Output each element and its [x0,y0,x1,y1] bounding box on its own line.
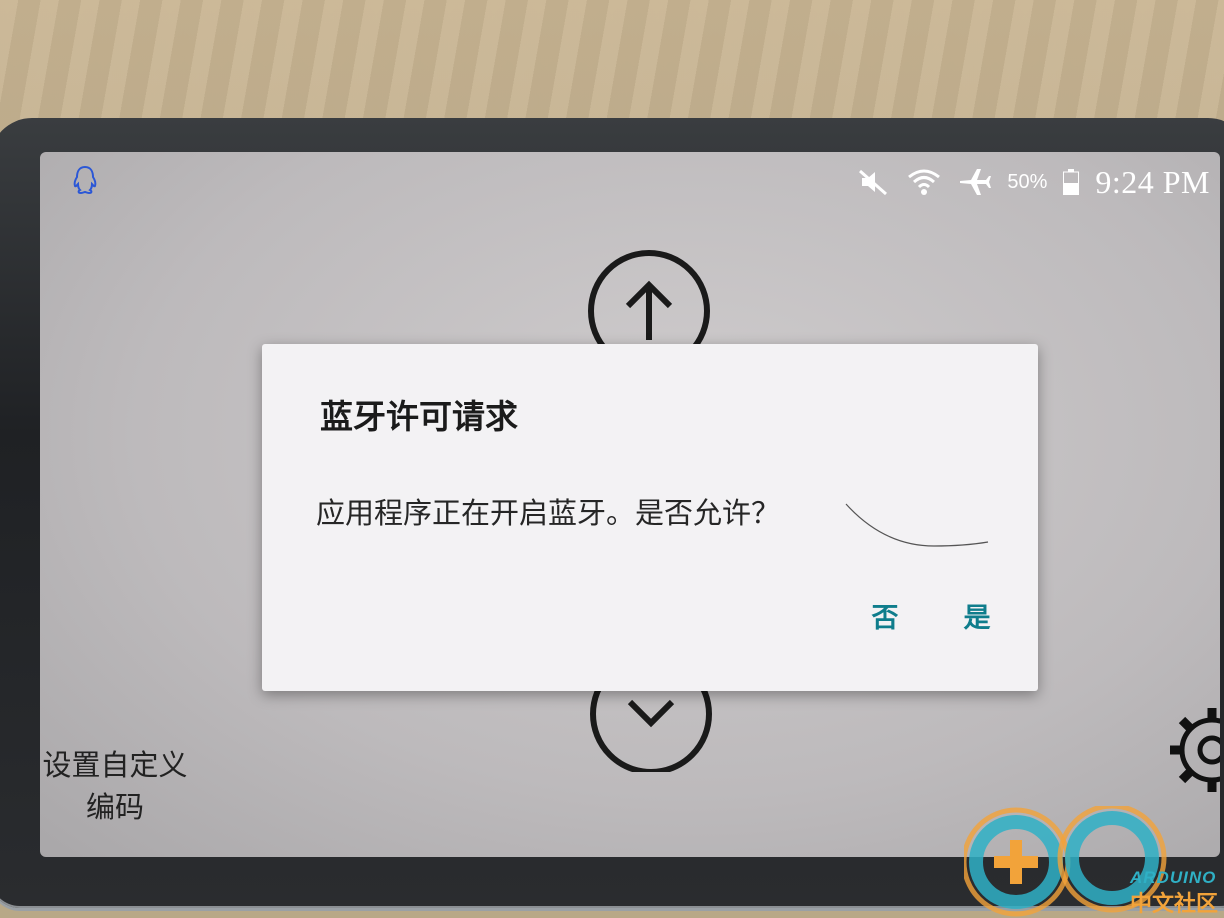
battery-percent: 50% [1007,170,1048,193]
watermark-text-cn: 中文社区 [1130,892,1219,917]
dialog-title: 蓝牙许可请求 [320,397,518,436]
wifi-icon [908,169,941,195]
dialog-message: 应用程序正在开启蓝牙。是否允许？ [316,496,781,530]
mute-icon [859,169,888,196]
airplane-mode-icon [960,169,992,195]
bluetooth-permission-dialog: 蓝牙许可请求 应用程序正在开启蓝牙。是否允许？ 否 是 [262,344,1038,691]
status-icons: 50% 9:24 PM [857,162,1210,202]
status-clock: 9:24 PM [1095,163,1210,200]
allow-button[interactable]: 是 [952,592,1002,638]
gear-icon[interactable] [1168,698,1220,802]
deny-button[interactable]: 否 [860,592,910,638]
custom-code-label-line2: 编码 [85,790,144,824]
custom-code-label-line1: 设置自定义 [42,748,188,782]
status-bar: 50% 9:24 PM [40,152,1220,212]
watermark-text-en: ARDUINO [1130,868,1217,887]
screen-scratch-mark [845,503,989,547]
battery-icon [1063,169,1080,195]
custom-code-setting-button[interactable]: 设置自定义 编码 [40,744,192,828]
qq-penguin-icon [73,165,97,195]
